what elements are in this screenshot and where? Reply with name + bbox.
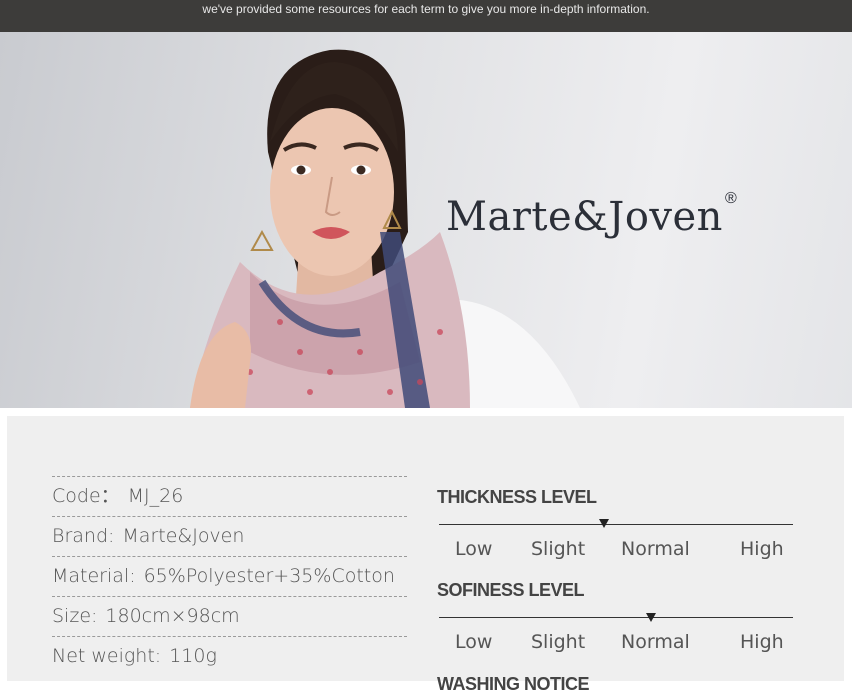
thickness-option-normal: Normal [621, 538, 690, 560]
softness-level: SOFINESS LEVEL Low Slight Normal High [437, 580, 797, 653]
softness-option-high: High [740, 631, 784, 653]
softness-option-normal: Normal [621, 631, 690, 653]
top-info-banner: we've provided some resources for each t… [0, 0, 852, 32]
spec-label: Material: [52, 565, 136, 587]
spec-row-net-weight: Net weight: 110g [52, 636, 407, 676]
spec-row-brand: Brand: Marte&Joven [52, 516, 407, 556]
spec-label: Net weight: [52, 645, 162, 667]
thickness-option-high: High [740, 538, 784, 560]
thickness-option-low: Low [455, 538, 493, 560]
thickness-marker-icon [599, 519, 609, 528]
thickness-option-slight: Slight [531, 538, 586, 560]
spec-label: Code： [52, 485, 120, 507]
thickness-scale-line [439, 524, 793, 525]
registered-mark: ® [724, 190, 738, 207]
softness-scale-line [439, 617, 793, 618]
thickness-level: THICKNESS LEVEL Low Slight Normal High [437, 487, 797, 560]
spec-value: Marte&Joven [122, 525, 245, 547]
spec-label: Brand: [52, 525, 115, 547]
spec-list: Code： MJ_26 Brand: Marte&Joven Material: 65… [52, 476, 407, 676]
banner-text: we've provided some resources for each t… [202, 2, 650, 16]
spec-label: Size: [52, 605, 98, 627]
washing-notice-title: WASHING NOTICE [437, 674, 590, 694]
softness-marker-icon [646, 613, 656, 622]
spec-value: MJ_26 [127, 485, 184, 507]
brand-logo: Marte&Joven ® [446, 190, 737, 240]
softness-title: SOFINESS LEVEL [437, 580, 585, 600]
hero-image: Marte&Joven ® [0, 32, 852, 408]
spec-row-code: Code： MJ_26 [52, 476, 407, 516]
spec-value: 110g [169, 645, 217, 667]
softness-option-low: Low [455, 631, 493, 653]
spec-value: 180cm×98cm [105, 605, 240, 627]
spec-row-size: Size: 180cm×98cm [52, 596, 407, 636]
spec-value: 65%Polyester+35%Cotton [143, 565, 395, 587]
thickness-title: THICKNESS LEVEL [437, 487, 597, 507]
softness-option-slight: Slight [531, 631, 586, 653]
spec-row-material: Material: 65%Polyester+35%Cotton [52, 556, 407, 596]
brand-logo-text: Marte&Joven [446, 194, 723, 240]
